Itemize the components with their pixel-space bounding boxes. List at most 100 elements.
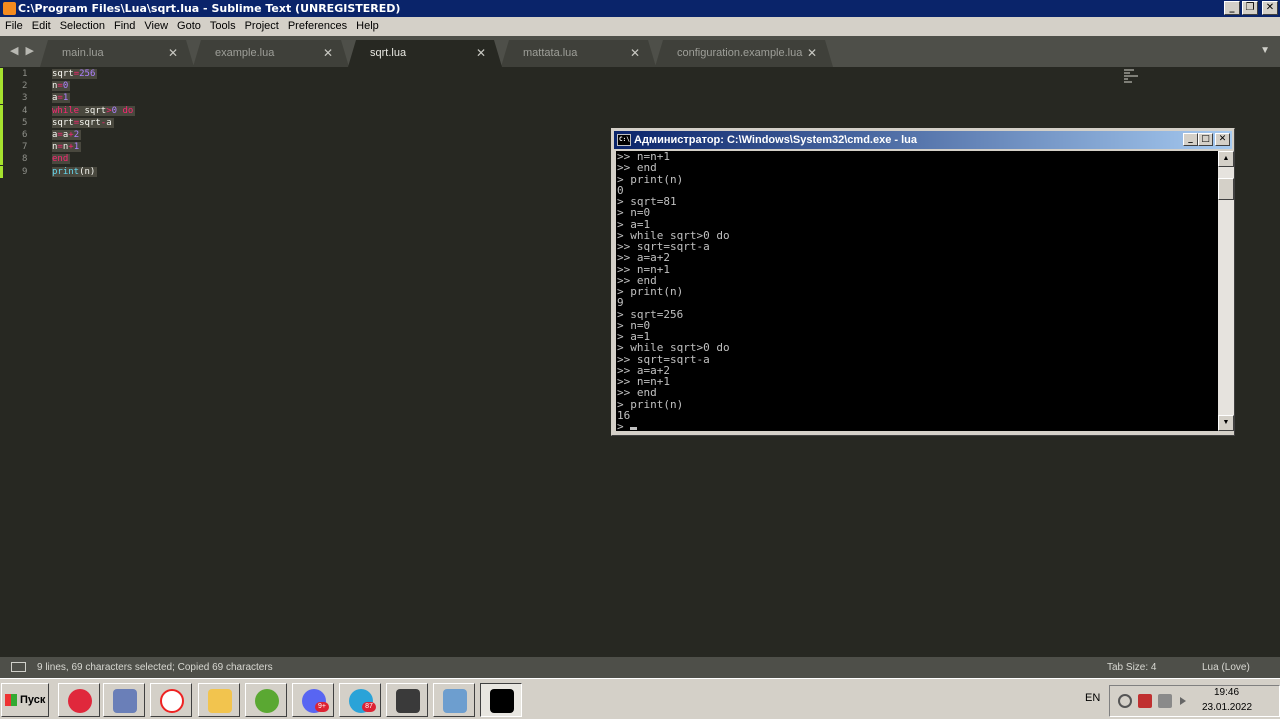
- status-bar: 9 lines, 69 characters selected; Copied …: [0, 657, 1280, 678]
- line-number: 7: [22, 142, 28, 153]
- clock-time[interactable]: 19:46: [1214, 687, 1239, 698]
- code-line[interactable]: sqrt=sqrt-a: [52, 117, 114, 129]
- tab-configuration-example-lua[interactable]: configuration.example.lua ✕: [655, 40, 833, 67]
- modified-line-marker: [0, 165, 3, 178]
- taskbar-cmd-button[interactable]: [480, 683, 522, 717]
- start-button[interactable]: Пуск: [1, 683, 49, 717]
- scroll-up-icon[interactable]: ▲: [1218, 151, 1234, 167]
- tab-menu-icon[interactable]: ▼: [1260, 45, 1270, 56]
- modified-line-marker: [0, 80, 3, 93]
- taskbar-file-explorer-button[interactable]: [198, 683, 240, 717]
- code-line[interactable]: print(n): [52, 166, 98, 178]
- security-icon[interactable]: [1138, 694, 1152, 708]
- console-line: >: [617, 421, 1218, 431]
- code-line[interactable]: n=n+1: [52, 141, 82, 153]
- line-number: 2: [22, 81, 28, 92]
- taskbar-sublime-text-button[interactable]: [386, 683, 428, 717]
- menu-selection[interactable]: Selection: [60, 17, 105, 36]
- tab-sqrt-lua[interactable]: sqrt.lua ✕: [348, 40, 502, 67]
- sublime-text-icon: [396, 689, 420, 713]
- menu-file[interactable]: File: [5, 17, 23, 36]
- notification-badge: 9+: [315, 702, 329, 712]
- taskbar-utorrent-button[interactable]: [245, 683, 287, 717]
- console-line: 0: [617, 183, 624, 197]
- menu-preferences[interactable]: Preferences: [288, 17, 347, 36]
- language-indicator[interactable]: EN: [1085, 692, 1100, 704]
- taskbar-discord-button[interactable]: 9+: [292, 683, 334, 717]
- menu-tools[interactable]: Tools: [210, 17, 236, 36]
- taskbar-control-panel-button[interactable]: [433, 683, 475, 717]
- menu-goto[interactable]: Goto: [177, 17, 201, 36]
- menu-help[interactable]: Help: [356, 17, 379, 36]
- window-title-bar[interactable]: C:\Program Files\Lua\sqrt.lua - Sublime …: [0, 0, 1280, 17]
- tab-bar: ◀ ▶ main.lua ✕ example.lua ✕ mattata.lua…: [0, 36, 1280, 67]
- cmd-close-button[interactable]: ✕: [1215, 133, 1230, 146]
- code-line[interactable]: n=0: [52, 80, 71, 92]
- code-line[interactable]: while sqrt>0 do: [52, 105, 136, 117]
- menu-bar: File Edit Selection Find View Goto Tools…: [0, 17, 1280, 36]
- tab-mattata-lua[interactable]: mattata.lua ✕: [501, 40, 656, 67]
- menu-view[interactable]: View: [144, 17, 168, 36]
- line-number: 5: [22, 117, 28, 128]
- modified-line-marker: [0, 104, 3, 117]
- tab-close-icon[interactable]: ✕: [168, 40, 178, 67]
- utorrent-icon: [255, 689, 279, 713]
- taskbar-yandex-browser-button[interactable]: [150, 683, 192, 717]
- tab-close-icon[interactable]: ✕: [630, 40, 640, 67]
- line-number: 4: [22, 105, 28, 116]
- opera-icon: [68, 689, 92, 713]
- code-line[interactable]: sqrt=256: [52, 68, 98, 80]
- cmd-scrollbar[interactable]: ▲ ▼: [1218, 151, 1234, 431]
- tab-size-indicator[interactable]: Tab Size: 4: [1107, 657, 1156, 678]
- console-line: >> sqrt=sqrt-a: [617, 240, 710, 253]
- restore-button[interactable]: ❐: [1242, 1, 1258, 15]
- console-line: > print(n): [617, 397, 684, 411]
- line-number: 1: [22, 69, 28, 79]
- menu-edit[interactable]: Edit: [32, 17, 51, 36]
- cmd-minimize-button[interactable]: _: [1183, 133, 1198, 146]
- tab-close-icon[interactable]: ✕: [476, 40, 486, 67]
- minimap[interactable]: [1124, 69, 1138, 85]
- console-line: 9: [617, 296, 624, 310]
- taskbar-opera-button[interactable]: [58, 683, 100, 717]
- panel-toggle-icon[interactable]: [11, 662, 26, 672]
- taskbar-paint-button[interactable]: [103, 683, 145, 717]
- modified-line-marker: [0, 116, 3, 129]
- cmd-icon: [490, 689, 514, 713]
- tab-example-lua[interactable]: example.lua ✕: [193, 40, 349, 67]
- console-line: > sqrt=81: [617, 195, 677, 208]
- clock-date[interactable]: 23.01.2022: [1202, 702, 1252, 713]
- console-line: >> a=a+2: [617, 251, 670, 265]
- console-output[interactable]: >> n=n+1 >> end > print(n) 0 > sqrt=81 > n=0 >…: [616, 151, 1218, 431]
- taskbar-telegram-button[interactable]: 87: [339, 683, 381, 717]
- yandex-browser-icon: [160, 689, 184, 713]
- volume-icon[interactable]: [1180, 697, 1186, 705]
- syntax-indicator[interactable]: Lua (Love): [1202, 657, 1250, 678]
- minimize-button[interactable]: _: [1224, 1, 1240, 15]
- paint-icon: [113, 689, 137, 713]
- code-line[interactable]: end: [52, 153, 71, 165]
- cmd-icon: C:\: [617, 134, 631, 146]
- cmd-title-bar[interactable]: C:\ Администратор: C:\Windows\System32\c…: [614, 131, 1232, 149]
- start-label: Пуск: [20, 694, 46, 706]
- notification-badge: 87: [362, 702, 376, 712]
- code-line[interactable]: a=1: [52, 92, 71, 104]
- menu-find[interactable]: Find: [114, 17, 135, 36]
- network-icon[interactable]: [1158, 694, 1172, 708]
- code-line[interactable]: a=a+2: [52, 129, 82, 141]
- tab-close-icon[interactable]: ✕: [323, 40, 333, 67]
- console-line: >> sqrt=sqrt-a: [617, 352, 710, 366]
- safely-remove-icon[interactable]: [1118, 694, 1132, 708]
- tab-main-lua[interactable]: main.lua ✕: [40, 40, 194, 67]
- windows-logo-icon: [5, 694, 17, 706]
- line-number: 3: [22, 93, 28, 104]
- cmd-maximize-button[interactable]: □: [1198, 133, 1213, 146]
- tab-label: sqrt.lua: [370, 47, 407, 59]
- cmd-window[interactable]: C:\ Администратор: C:\Windows\System32\c…: [611, 128, 1235, 436]
- tab-nav-arrows-icon[interactable]: ◀ ▶: [10, 44, 36, 57]
- scroll-down-icon[interactable]: ▼: [1218, 415, 1234, 431]
- scroll-thumb[interactable]: [1218, 178, 1234, 200]
- menu-project[interactable]: Project: [245, 17, 279, 36]
- tab-close-icon[interactable]: ✕: [807, 40, 817, 67]
- close-button[interactable]: ✕: [1262, 1, 1278, 15]
